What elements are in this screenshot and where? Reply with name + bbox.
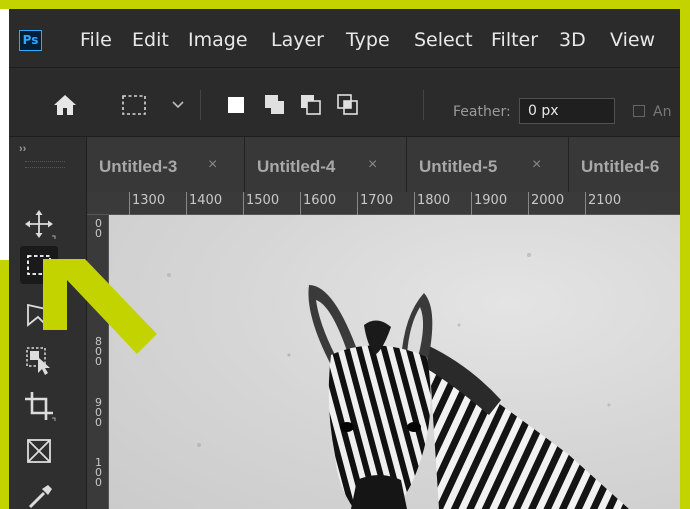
eyedropper-icon[interactable] <box>20 477 58 509</box>
chevron-down-icon[interactable] <box>172 100 184 110</box>
photoshop-window: Ps File Edit Image Layer Type Select Fil… <box>9 9 680 509</box>
menu-view[interactable]: View <box>610 29 655 51</box>
tab-label: Untitled-6 <box>581 157 660 176</box>
photoshop-logo: Ps <box>19 30 42 51</box>
document-tab-bar: Untitled-3 × Untitled-4 × Untitled-5 × U… <box>87 137 680 192</box>
menu-image[interactable]: Image <box>188 29 248 51</box>
new-selection-icon[interactable] <box>226 95 246 115</box>
zebra-photo <box>167 253 629 509</box>
tab-label: Untitled-5 <box>419 157 498 176</box>
options-bar: Feather: 0 px An <box>9 67 680 137</box>
ruler-tick <box>528 192 529 215</box>
ruler-label: 8 0 0 <box>95 335 102 368</box>
ruler-tick <box>414 192 415 215</box>
ruler-tick <box>243 192 244 215</box>
ruler-tick <box>186 192 187 215</box>
menu-layer[interactable]: Layer <box>271 29 324 51</box>
ruler-label: 0 <box>95 275 102 288</box>
move-icon[interactable] <box>20 205 58 243</box>
frame-border-top <box>0 0 690 9</box>
close-icon[interactable]: × <box>208 156 217 174</box>
intersect-selection-icon[interactable] <box>336 93 360 117</box>
menu-filter[interactable]: Filter <box>491 29 538 51</box>
add-to-selection-icon[interactable] <box>263 93 287 117</box>
menu-file[interactable]: File <box>80 29 112 51</box>
tab-untitled-5[interactable]: Untitled-5 × <box>407 137 569 192</box>
ruler-label: 1800 <box>417 193 451 208</box>
menu-type[interactable]: Type <box>346 29 390 51</box>
vertical-ruler: 0 0 0 8 0 0 9 0 0 1 0 0 <box>87 215 109 509</box>
tab-untitled-3[interactable]: Untitled-3 × <box>87 137 245 192</box>
lasso-icon[interactable] <box>20 295 58 333</box>
ruler-label: 1400 <box>189 193 223 208</box>
tab-label: Untitled-3 <box>99 157 178 176</box>
horizontal-ruler: 1300 1400 1500 1600 1700 1800 1900 2000 … <box>87 192 680 215</box>
ruler-label: 9 0 0 <box>95 396 102 429</box>
ruler-label: 1600 <box>303 193 337 208</box>
ruler-tick <box>357 192 358 215</box>
collapse-panel-icon[interactable]: ›› <box>19 143 26 155</box>
rectangular-marquee-tool[interactable] <box>20 246 58 284</box>
anti-alias-checkbox[interactable] <box>633 105 645 117</box>
rectangular-marquee-icon <box>27 255 51 275</box>
ruler-tick <box>471 192 472 215</box>
home-icon[interactable] <box>53 94 77 116</box>
ruler-tick <box>129 192 130 215</box>
rectangular-marquee-icon[interactable] <box>121 94 147 116</box>
ruler-label: 1300 <box>132 193 166 208</box>
tab-untitled-4[interactable]: Untitled-4 × <box>245 137 407 192</box>
tools-panel: ›› <box>9 137 87 509</box>
ruler-label: 2000 <box>531 193 565 208</box>
panel-grip[interactable] <box>25 161 65 168</box>
tab-untitled-6[interactable]: Untitled-6 <box>569 137 680 192</box>
menu-bar: Ps File Edit Image Layer Type Select Fil… <box>9 9 680 67</box>
options-separator <box>200 90 201 120</box>
menu-3d[interactable]: 3D <box>559 29 586 51</box>
ruler-tick <box>300 192 301 215</box>
frame-border-left <box>0 260 9 509</box>
ruler-label: 1500 <box>246 193 280 208</box>
ruler-label: 2100 <box>588 193 622 208</box>
menu-edit[interactable]: Edit <box>132 29 169 51</box>
ruler-label: 1900 <box>474 193 508 208</box>
ruler-label: 1700 <box>360 193 394 208</box>
ruler-tick <box>585 192 586 215</box>
screenshot-frame: Ps File Edit Image Layer Type Select Fil… <box>0 0 690 509</box>
tab-label: Untitled-4 <box>257 157 336 176</box>
frame-border-right <box>680 0 690 509</box>
feather-input[interactable]: 0 px <box>519 98 615 124</box>
close-icon[interactable]: × <box>368 156 377 174</box>
options-separator <box>423 90 424 120</box>
ruler-label: 0 0 <box>95 217 102 240</box>
subtract-from-selection-icon[interactable] <box>299 93 323 117</box>
document-canvas[interactable] <box>109 215 680 509</box>
anti-alias-label: An <box>653 104 672 120</box>
crop-icon[interactable] <box>20 387 58 425</box>
object-selection-icon[interactable] <box>20 341 58 379</box>
ruler-label: 1 0 0 <box>95 456 102 489</box>
feather-label: Feather: <box>453 104 511 120</box>
frame-icon[interactable] <box>20 432 58 470</box>
close-icon[interactable]: × <box>532 156 541 174</box>
menu-select[interactable]: Select <box>414 29 473 51</box>
